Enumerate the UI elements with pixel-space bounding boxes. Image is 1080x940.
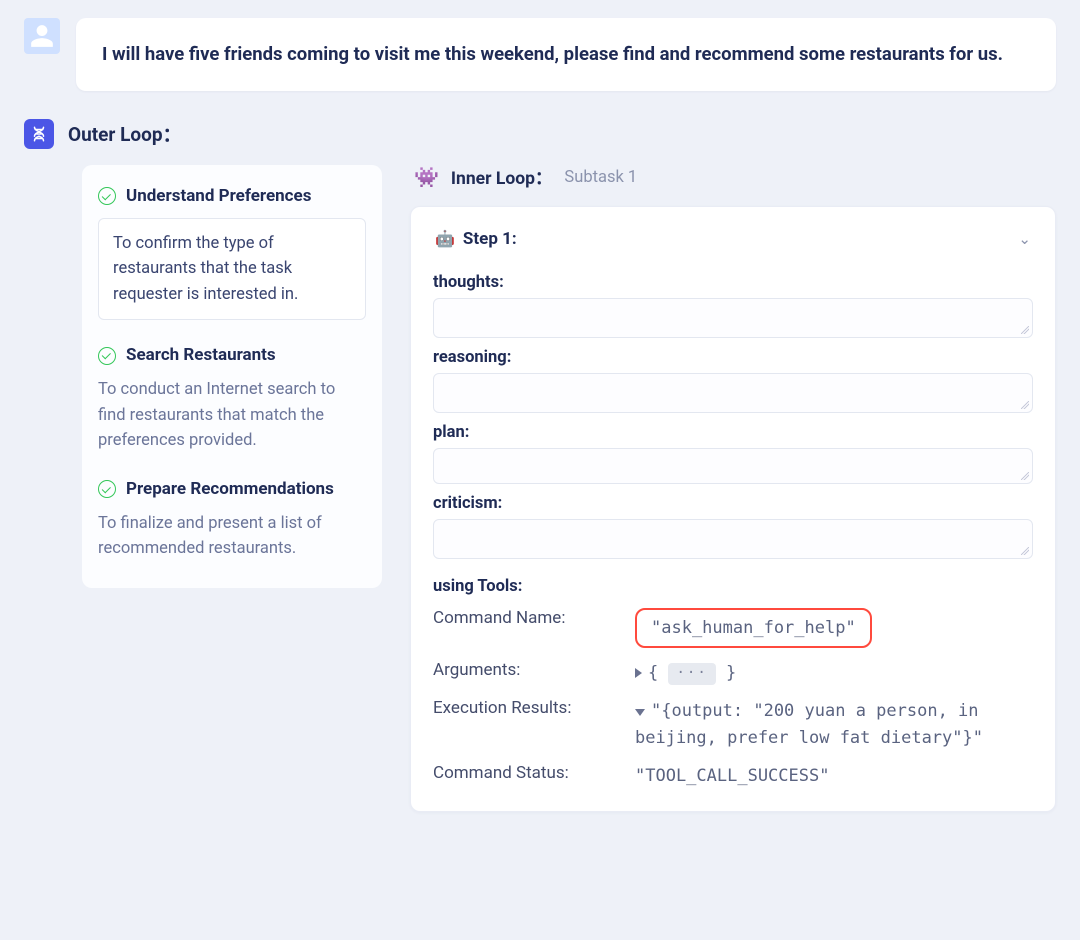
subgoal-desc: To conduct an Internet search to find re… [98, 377, 366, 454]
reasoning-input[interactable] [433, 373, 1033, 413]
command-status-label: Command Status: [433, 763, 613, 783]
thoughts-label: thoughts: [433, 273, 1033, 292]
subgoal-title: Search Restaurants [126, 344, 276, 367]
ellipsis-pill[interactable]: ··· [668, 663, 715, 685]
command-name-value: "ask_human_for_help" [635, 608, 1033, 648]
caret-down-icon[interactable] [635, 709, 645, 716]
step-title: Step 1: [463, 229, 517, 249]
tool-row-command-name: Command Name: "ask_human_for_help" [433, 608, 1033, 648]
chevron-down-icon[interactable]: ⌄ [1018, 230, 1031, 248]
tool-row-arguments: Arguments: { ··· } [433, 660, 1033, 686]
tool-row-execution-results: Execution Results: "{output: "200 yuan a… [433, 698, 1033, 751]
field-plan: plan: [433, 423, 1033, 484]
alien-icon: 👾 [414, 165, 439, 189]
subgoal-header: Understand Preferences [98, 185, 366, 208]
field-thoughts: thoughts: [433, 273, 1033, 338]
command-name-label: Command Name: [433, 608, 613, 628]
app-root: I will have five friends coming to visit… [0, 0, 1080, 940]
subgoal-header: Prepare Recommendations [98, 478, 366, 501]
reasoning-label: reasoning: [433, 348, 1033, 367]
criticism-label: criticism: [433, 494, 1033, 513]
criticism-input[interactable] [433, 519, 1033, 559]
subgoal-search-restaurants[interactable]: Search Restaurants To conduct an Interne… [98, 344, 366, 454]
outer-loop-title: Outer Loop： [68, 120, 182, 147]
subgoal-desc: To finalize and present a list of recomm… [98, 511, 366, 562]
field-criticism: criticism: [433, 494, 1033, 559]
user-message-bubble: I will have five friends coming to visit… [76, 18, 1056, 91]
caret-right-icon[interactable] [635, 668, 642, 678]
robot-icon: 🤖 [435, 229, 455, 248]
dna-icon [24, 119, 54, 149]
subgoal-desc: To confirm the type of restaurants that … [98, 218, 366, 321]
arguments-value[interactable]: { ··· } [635, 660, 1033, 686]
person-icon [29, 23, 55, 49]
subgoal-understand-preferences[interactable]: Understand Preferences To confirm the ty… [98, 185, 366, 321]
field-reasoning: reasoning: [433, 348, 1033, 413]
execution-results-value[interactable]: "{output: "200 yuan a person, in beijing… [635, 698, 1033, 751]
subgoal-header: Search Restaurants [98, 344, 366, 367]
command-name-highlight: "ask_human_for_help" [635, 608, 872, 648]
subgoal-list: Understand Preferences To confirm the ty… [82, 165, 382, 588]
subgoal-title: Prepare Recommendations [126, 478, 334, 501]
thoughts-input[interactable] [433, 298, 1033, 338]
tool-row-command-status: Command Status: "TOOL_CALL_SUCCESS" [433, 763, 1033, 789]
inner-loop-title: Inner Loop： [451, 165, 553, 190]
command-status-value: "TOOL_CALL_SUCCESS" [635, 763, 1033, 789]
subgoal-title: Understand Preferences [126, 185, 311, 208]
inner-loop-header: 👾 Inner Loop： Subtask 1 [410, 165, 1056, 190]
inner-loop-panel: 👾 Inner Loop： Subtask 1 🤖 Step 1: ⌄ thou… [410, 165, 1056, 813]
step-header[interactable]: 🤖 Step 1: ⌄ [433, 223, 1033, 263]
tool-block: using Tools: Command Name: "ask_human_fo… [433, 577, 1033, 790]
main-columns: Understand Preferences To confirm the ty… [24, 165, 1056, 813]
user-avatar [24, 18, 60, 54]
check-circle-icon [98, 480, 116, 498]
outer-loop-header: Outer Loop： [24, 119, 1056, 149]
subgoal-prepare-recommendations[interactable]: Prepare Recommendations To finalize and … [98, 478, 366, 562]
user-message-row: I will have five friends coming to visit… [24, 18, 1056, 91]
step-panel: 🤖 Step 1: ⌄ thoughts: reasoning: plan: [410, 206, 1056, 813]
user-message-text: I will have five friends coming to visit… [102, 40, 1030, 69]
check-circle-icon [98, 187, 116, 205]
plan-input[interactable] [433, 448, 1033, 484]
execution-results-label: Execution Results: [433, 698, 613, 718]
using-tools-heading: using Tools: [433, 577, 1033, 596]
arguments-label: Arguments: [433, 660, 613, 680]
plan-label: plan: [433, 423, 1033, 442]
inner-loop-subtitle: Subtask 1 [564, 168, 637, 187]
check-circle-icon [98, 347, 116, 365]
